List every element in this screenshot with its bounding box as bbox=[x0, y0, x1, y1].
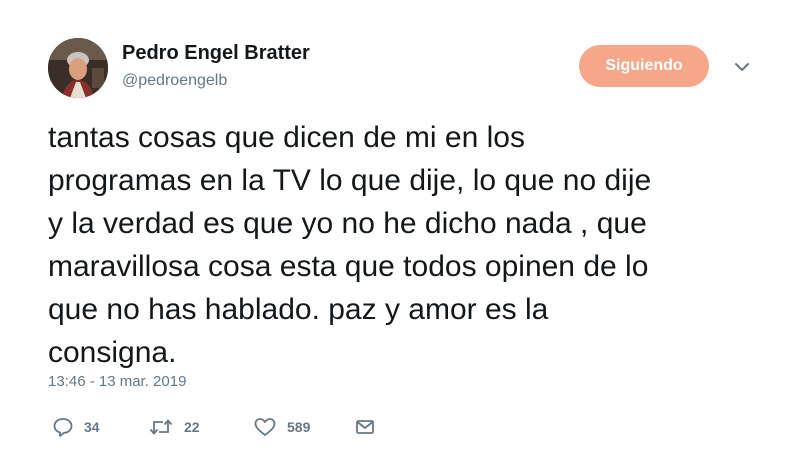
retweet-action[interactable]: 22 bbox=[148, 414, 200, 440]
direct-message-action[interactable] bbox=[354, 414, 376, 440]
tweet-card: Pedro Engel Bratter @pedroengelb Siguien… bbox=[0, 0, 800, 472]
tweet-timestamp[interactable]: 13:46 - 13 mar. 2019 bbox=[48, 373, 186, 390]
like-count: 589 bbox=[287, 419, 311, 435]
following-button[interactable]: Siguiendo bbox=[579, 45, 709, 87]
retweet-icon bbox=[148, 416, 174, 438]
heart-icon bbox=[253, 416, 277, 438]
retweet-count: 22 bbox=[184, 419, 200, 435]
envelope-icon bbox=[354, 416, 376, 438]
reply-count: 34 bbox=[84, 419, 100, 435]
display-name[interactable]: Pedro Engel Bratter bbox=[122, 42, 310, 65]
reply-action[interactable]: 34 bbox=[52, 414, 100, 440]
avatar[interactable] bbox=[48, 38, 108, 98]
chevron-down-icon[interactable] bbox=[733, 60, 751, 74]
tweet-text: tantas cosas que dicen de mi en los prog… bbox=[48, 121, 652, 369]
user-handle[interactable]: @pedroengelb bbox=[122, 72, 227, 90]
reply-icon bbox=[52, 416, 74, 438]
profile-photo-icon bbox=[48, 38, 108, 98]
like-action[interactable]: 589 bbox=[253, 414, 310, 440]
